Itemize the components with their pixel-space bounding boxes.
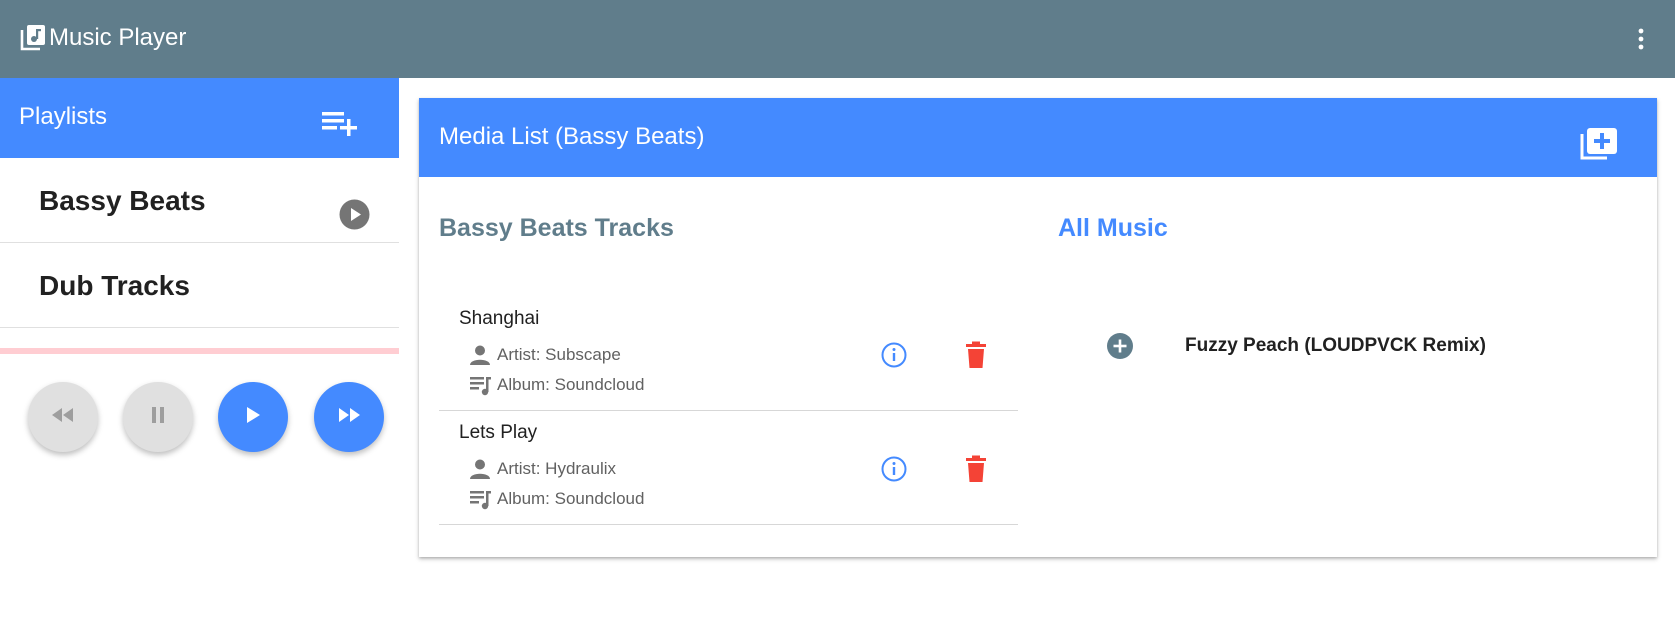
track-name: Shanghai (459, 308, 540, 329)
playlists-sidebar: Playlists Bassy Beats Dub Tracks (0, 78, 399, 642)
more-vert-icon[interactable] (1630, 23, 1652, 55)
play-circle-icon[interactable] (339, 199, 370, 230)
album-label: Album: Soundcloud (497, 489, 645, 508)
play-button[interactable] (218, 382, 288, 452)
playlists-header: Playlists (0, 78, 399, 158)
pause-button[interactable] (123, 382, 193, 452)
track-album: Album: Soundcloud (469, 373, 644, 397)
playlist-name: Dub Tracks (39, 270, 190, 301)
forward-button[interactable] (314, 382, 384, 452)
info-icon[interactable] (880, 455, 908, 483)
all-music-title: All Music (1058, 214, 1168, 242)
rewind-button[interactable] (28, 382, 98, 452)
artist-label: Artist: Hydraulix (497, 459, 617, 478)
playlist-tracks-title: Bassy Beats Tracks (439, 214, 674, 242)
media-list-title: Media List (Bassy Beats) (439, 123, 705, 150)
delete-icon[interactable] (963, 455, 989, 483)
pause-icon (150, 406, 166, 429)
queue-music-icon (469, 487, 497, 511)
media-list-card: Media List (Bassy Beats) Bassy Beats Tra… (419, 98, 1657, 557)
track-row[interactable]: Shanghai Artist: Subscape Album: Soundcl… (439, 297, 1018, 411)
library-music-icon (20, 24, 46, 52)
queue-music-icon (469, 373, 497, 397)
library-add-icon[interactable] (1579, 126, 1619, 160)
app-title: Music Player (49, 24, 187, 51)
track-row[interactable]: Lets Play Artist: Hydraulix Album: Sound… (439, 411, 1018, 525)
playlist-item-dub-tracks[interactable]: Dub Tracks (0, 243, 399, 328)
play-icon (245, 406, 261, 429)
track-artist: Artist: Hydraulix (469, 457, 616, 481)
add-circle-icon[interactable] (1107, 333, 1133, 359)
track-name: Lets Play (459, 422, 538, 443)
artist-label: Artist: Subscape (497, 345, 621, 364)
info-icon[interactable] (880, 341, 908, 369)
fast-rewind-icon (51, 407, 75, 428)
playback-progress-bar[interactable] (0, 348, 399, 354)
person-icon (469, 343, 497, 367)
app-toolbar: Music Player (0, 0, 1675, 78)
track-album: Album: Soundcloud (469, 487, 644, 511)
media-list-header: Media List (Bassy Beats) (419, 98, 1657, 177)
track-artist: Artist: Subscape (469, 343, 621, 367)
playlist-add-icon[interactable] (318, 106, 360, 138)
playlist-name: Bassy Beats (39, 185, 206, 216)
album-label: Album: Soundcloud (497, 375, 645, 394)
delete-icon[interactable] (963, 341, 989, 369)
music-item-name: Fuzzy Peach (LOUDPVCK Remix) (1185, 335, 1486, 356)
playlists-title: Playlists (19, 103, 108, 130)
all-music-item: Fuzzy Peach (LOUDPVCK Remix) (1107, 326, 1607, 366)
person-icon (469, 457, 497, 481)
fast-forward-icon (337, 407, 361, 428)
